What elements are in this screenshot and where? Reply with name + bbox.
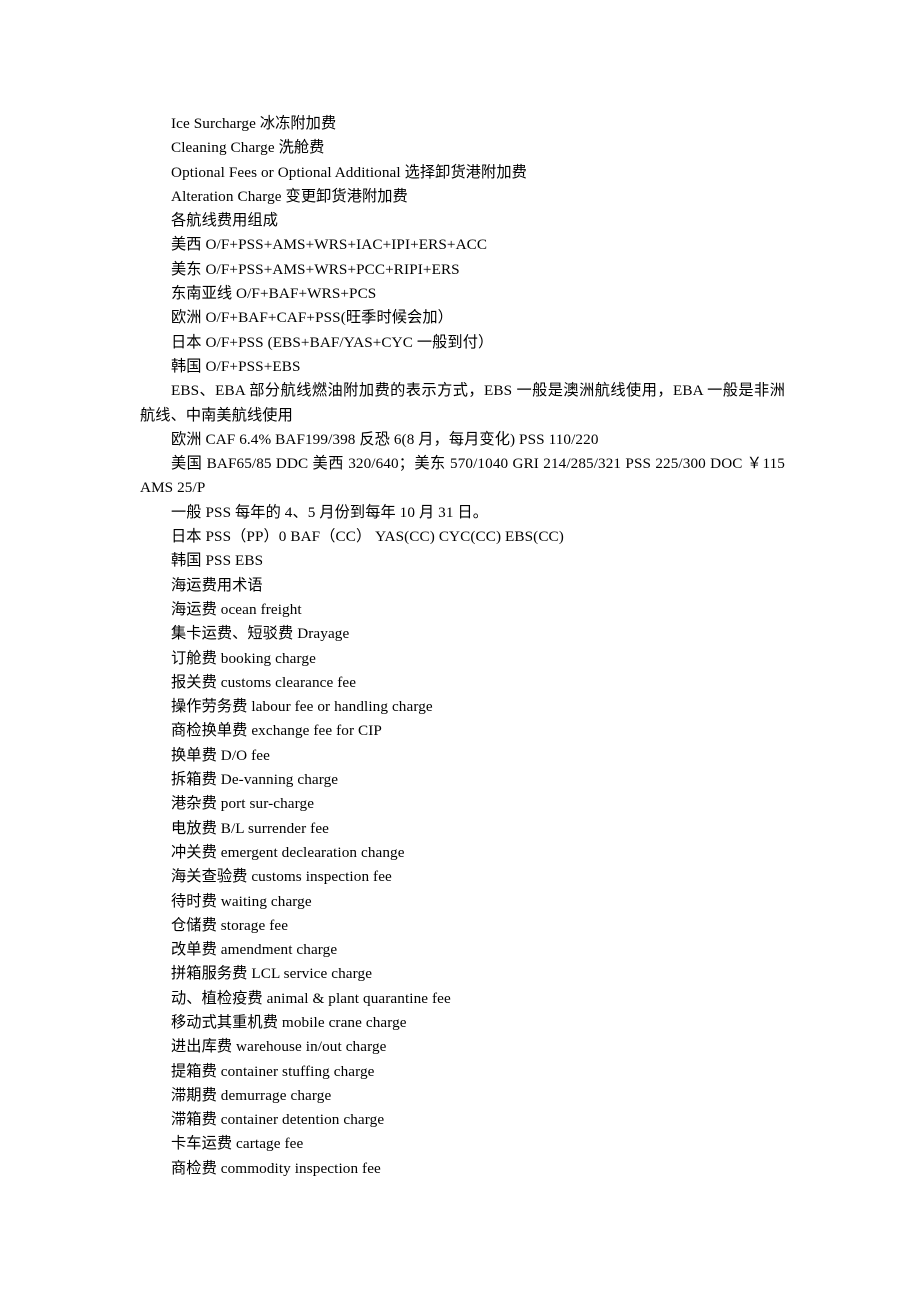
text-line-cleaning-charge: Cleaning Charge 洗舱费 bbox=[171, 139, 325, 157]
term-port-surcharge: 港杂费 port sur-charge bbox=[171, 795, 315, 813]
text-line-pss-season-note: 一般 PSS 每年的 4、5 月份到每年 10 月 31 日。 bbox=[171, 503, 489, 521]
term-ocean-freight: 海运费 ocean freight bbox=[171, 600, 302, 618]
term-customs-inspection-fee: 海关查验费 customs inspection fee bbox=[171, 868, 392, 886]
term-exchange-fee-cip: 商检换单费 exchange fee for CIP bbox=[171, 722, 382, 740]
document-text-body: Ice Surcharge 冰冻附加费 Cleaning Charge 洗舱费 … bbox=[140, 112, 785, 1181]
heading-route-cost-composition: 各航线费用组成 bbox=[171, 212, 279, 230]
term-do-fee: 换单费 D/O fee bbox=[171, 746, 270, 764]
term-lcl-service-charge: 拼箱服务费 LCL service charge bbox=[171, 965, 373, 983]
text-line-korea-charges: 韩国 PSS EBS bbox=[171, 552, 264, 570]
term-mobile-crane-charge: 移动式其重机费 mobile crane charge bbox=[171, 1013, 407, 1031]
term-commodity-inspection-fee: 商检费 commodity inspection fee bbox=[171, 1159, 381, 1177]
term-amendment-charge: 改单费 amendment charge bbox=[171, 941, 338, 959]
text-line-route-korea: 韩国 O/F+PSS+EBS bbox=[171, 357, 301, 375]
term-demurrage-charge: 滞期费 demurrage charge bbox=[171, 1086, 332, 1104]
term-container-detention-charge: 滞箱费 container detention charge bbox=[171, 1111, 385, 1129]
text-line-route-us-east: 美东 O/F+PSS+AMS+WRS+PCC+RIPI+ERS bbox=[171, 260, 460, 278]
term-container-stuffing-charge: 提箱费 container stuffing charge bbox=[171, 1062, 375, 1080]
term-devanning-charge: 拆箱费 De-vanning charge bbox=[171, 771, 339, 789]
heading-ocean-freight-terminology: 海运费用术语 bbox=[171, 576, 263, 594]
term-booking-charge: 订舱费 booking charge bbox=[171, 649, 316, 667]
paragraph-ebs-eba-note: EBS、EBA 部分航线燃油附加费的表示方式，EBS 一般是澳洲航线使用，EBA… bbox=[140, 382, 785, 424]
term-drayage: 集卡运费、短驳费 Drayage bbox=[171, 625, 350, 643]
text-line-route-europe: 欧洲 O/F+BAF+CAF+PSS(旺季时候会加） bbox=[171, 309, 453, 327]
term-waiting-charge: 待时费 waiting charge bbox=[171, 892, 312, 910]
term-bl-surrender-fee: 电放费 B/L surrender fee bbox=[171, 819, 330, 837]
term-emergent-declaration-change: 冲关费 emergent declearation change bbox=[171, 843, 405, 861]
text-line-alteration-charge: Alteration Charge 变更卸货港附加费 bbox=[171, 187, 408, 205]
text-line-europe-rates: 欧洲 CAF 6.4% BAF199/398 反恐 6(8 月，每月变化) PS… bbox=[171, 430, 599, 448]
paragraph-usa-rates: 美国 BAF65/85 DDC 美西 320/640；美东 570/1040 G… bbox=[140, 455, 785, 497]
document-page: Ice Surcharge 冰冻附加费 Cleaning Charge 洗舱费 … bbox=[0, 0, 920, 1302]
term-warehouse-in-out-charge: 进出库费 warehouse in/out charge bbox=[171, 1038, 387, 1056]
term-quarantine-fee: 动、植检疫费 animal & plant quarantine fee bbox=[171, 989, 451, 1007]
text-line-ice-surcharge: Ice Surcharge 冰冻附加费 bbox=[171, 115, 337, 132]
text-line-route-japan: 日本 O/F+PSS (EBS+BAF/YAS+CYC 一般到付） bbox=[171, 333, 494, 351]
text-line-route-southeast-asia: 东南亚线 O/F+BAF+WRS+PCS bbox=[171, 285, 377, 303]
text-line-route-us-west: 美西 O/F+PSS+AMS+WRS+IAC+IPI+ERS+ACC bbox=[171, 236, 488, 254]
term-storage-fee: 仓储费 storage fee bbox=[171, 916, 289, 934]
text-line-japan-charges: 日本 PSS（PP）0 BAF（CC） YAS(CC) CYC(CC) EBS(… bbox=[171, 528, 564, 546]
term-customs-clearance-fee: 报关费 customs clearance fee bbox=[171, 673, 357, 691]
text-line-optional-fees: Optional Fees or Optional Additional 选择卸… bbox=[171, 163, 527, 181]
term-cartage-fee: 卡车运费 cartage fee bbox=[171, 1135, 304, 1153]
term-labour-fee: 操作劳务费 labour fee or handling charge bbox=[171, 698, 433, 716]
